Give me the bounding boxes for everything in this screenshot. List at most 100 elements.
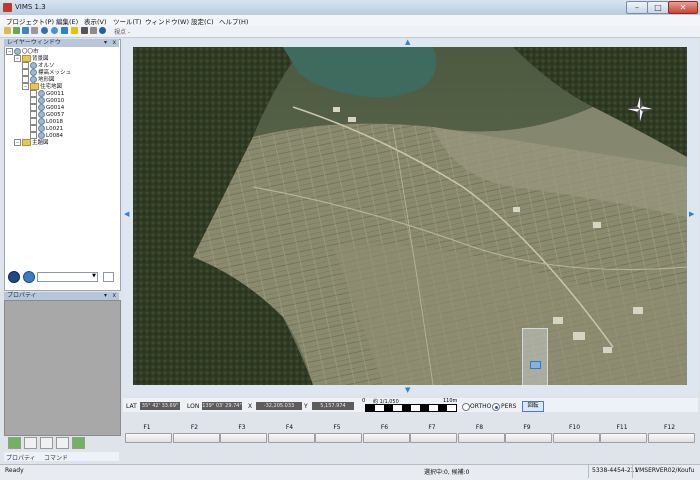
pointer-icon[interactable]	[71, 27, 78, 34]
property-window-header: プロパティ ▾ x	[4, 292, 119, 300]
close-button[interactable]: ✕	[668, 1, 698, 14]
layer-icon	[38, 111, 45, 118]
zoom-slider[interactable]	[522, 328, 548, 385]
rotate-button[interactable]: 回転	[522, 401, 544, 412]
ortho-radio[interactable]	[462, 403, 470, 411]
pin-icon[interactable]: ▾	[104, 39, 107, 47]
layer-checkbox[interactable]	[30, 118, 37, 125]
layer-tree-item[interactable]: 標高メッシュ	[6, 69, 116, 76]
fkey-button[interactable]	[647, 433, 695, 443]
menu-view[interactable]: 表示(V)	[84, 16, 107, 26]
layer-tree-item[interactable]: 地形図	[6, 76, 116, 83]
tab-command[interactable]: コマンド	[44, 453, 68, 462]
layer-tree-item[interactable]: G0011	[6, 90, 116, 97]
minimize-button[interactable]: –	[626, 1, 648, 14]
layer-checkbox[interactable]: −	[14, 139, 21, 146]
layer-tree-item[interactable]: G0014	[6, 104, 116, 111]
list-icon[interactable]	[56, 437, 69, 449]
map-view[interactable]	[133, 47, 687, 385]
layer-tree-item[interactable]: オルソ	[6, 62, 116, 69]
layer-checkbox[interactable]: −	[6, 48, 13, 55]
layer-window-title: レイヤーウィンドウ	[7, 39, 61, 46]
layer-tree-item[interactable]: L0018	[6, 118, 116, 125]
folder-icon	[22, 139, 31, 146]
binoculars-icon[interactable]	[81, 27, 88, 34]
folder-open-icon[interactable]	[4, 27, 11, 34]
status-separator	[632, 465, 633, 478]
layer-checkbox[interactable]: −	[14, 55, 21, 62]
layers-icon[interactable]	[22, 27, 29, 34]
layer-checkbox[interactable]	[22, 76, 29, 83]
pers-radio[interactable]	[492, 403, 500, 411]
layer-checkbox[interactable]	[30, 90, 37, 97]
property-window-close[interactable]: x	[112, 292, 116, 300]
pan-up-icon[interactable]: ▲	[405, 38, 410, 46]
shield-icon[interactable]	[61, 27, 68, 34]
clock-icon[interactable]	[99, 27, 106, 34]
globe-button[interactable]	[23, 271, 35, 283]
pan-right-icon[interactable]: ▶	[689, 210, 694, 218]
layer-tree-item[interactable]: − 背景図	[6, 55, 116, 62]
layer-window-close[interactable]: x	[112, 39, 116, 47]
fkey-button[interactable]	[125, 433, 172, 443]
menu-project[interactable]: プロジェクト(P)	[6, 16, 54, 26]
menu-edit[interactable]: 編集(E)	[56, 16, 78, 26]
paste-icon[interactable]	[40, 437, 53, 449]
fkey-label: F8	[475, 424, 484, 431]
copy-icon[interactable]	[24, 437, 37, 449]
tab-property[interactable]: プロパティ	[6, 453, 36, 462]
layer-checkbox[interactable]	[30, 104, 37, 111]
property-window-title: プロパティ	[7, 292, 37, 299]
fkey-button[interactable]	[505, 433, 552, 443]
fkey-button[interactable]	[172, 433, 220, 443]
fkey-button[interactable]	[410, 433, 457, 443]
fkey-button[interactable]	[267, 433, 315, 443]
globe-icon[interactable]	[41, 27, 48, 34]
layer-checkbox[interactable]	[30, 97, 37, 104]
menu-settings[interactable]: 設定(C)	[191, 16, 214, 26]
layer-checkbox[interactable]: −	[22, 83, 29, 90]
play-button[interactable]	[8, 271, 20, 283]
chart-icon[interactable]	[72, 437, 85, 449]
pin-icon[interactable]: ▾	[104, 292, 107, 300]
layer-checkbox[interactable]	[30, 132, 37, 139]
refresh-icon[interactable]	[13, 27, 20, 34]
fkey-button[interactable]	[362, 433, 410, 443]
viewpoint-dropdown[interactable]: 視点 -	[114, 27, 144, 36]
fkey-button[interactable]	[220, 433, 267, 443]
fkey-button[interactable]	[457, 433, 505, 443]
menu-window[interactable]: ウィンドウ(W)	[145, 16, 189, 26]
info-icon[interactable]	[51, 27, 58, 34]
add-icon[interactable]	[8, 437, 21, 449]
layer-option-box[interactable]	[103, 272, 114, 282]
fkey-label: F4	[285, 424, 294, 431]
fkey-label: F10	[568, 424, 581, 431]
zoom-slider-thumb[interactable]	[530, 361, 541, 369]
layer-select[interactable]: ▼	[37, 272, 98, 282]
layer-tree-item[interactable]: G0057	[6, 111, 116, 118]
fkey-button[interactable]	[315, 433, 362, 443]
layer-checkbox[interactable]	[22, 69, 29, 76]
layer-tree-item[interactable]: − 住宅地図	[6, 83, 116, 90]
layer-tree-item[interactable]: L0084	[6, 132, 116, 139]
layer-icon	[38, 90, 45, 97]
lon-value: 139° 03' 29.74"	[202, 402, 242, 410]
layer-tree-item[interactable]: − 主題図	[6, 139, 116, 146]
layer-icon	[30, 62, 37, 69]
layer-tree-item[interactable]: G0010	[6, 97, 116, 104]
layer-icon	[38, 125, 45, 132]
layer-tree-item[interactable]: L0021	[6, 125, 116, 132]
import-icon[interactable]	[31, 27, 38, 34]
layer-checkbox[interactable]	[30, 111, 37, 118]
pan-down-icon[interactable]: ▼	[405, 386, 410, 394]
fkey-button[interactable]	[552, 433, 600, 443]
menu-tools[interactable]: ツール(T)	[113, 16, 142, 26]
layer-checkbox[interactable]	[22, 62, 29, 69]
menu-help[interactable]: ヘルプ(H)	[219, 16, 248, 26]
layer-checkbox[interactable]	[30, 125, 37, 132]
fkey-button[interactable]	[600, 433, 647, 443]
maximize-button[interactable]: □	[647, 1, 669, 14]
pan-left-icon[interactable]: ◀	[124, 210, 129, 218]
tools-icon[interactable]	[90, 27, 97, 34]
layer-tree-item[interactable]: − 〇〇市	[6, 48, 116, 55]
